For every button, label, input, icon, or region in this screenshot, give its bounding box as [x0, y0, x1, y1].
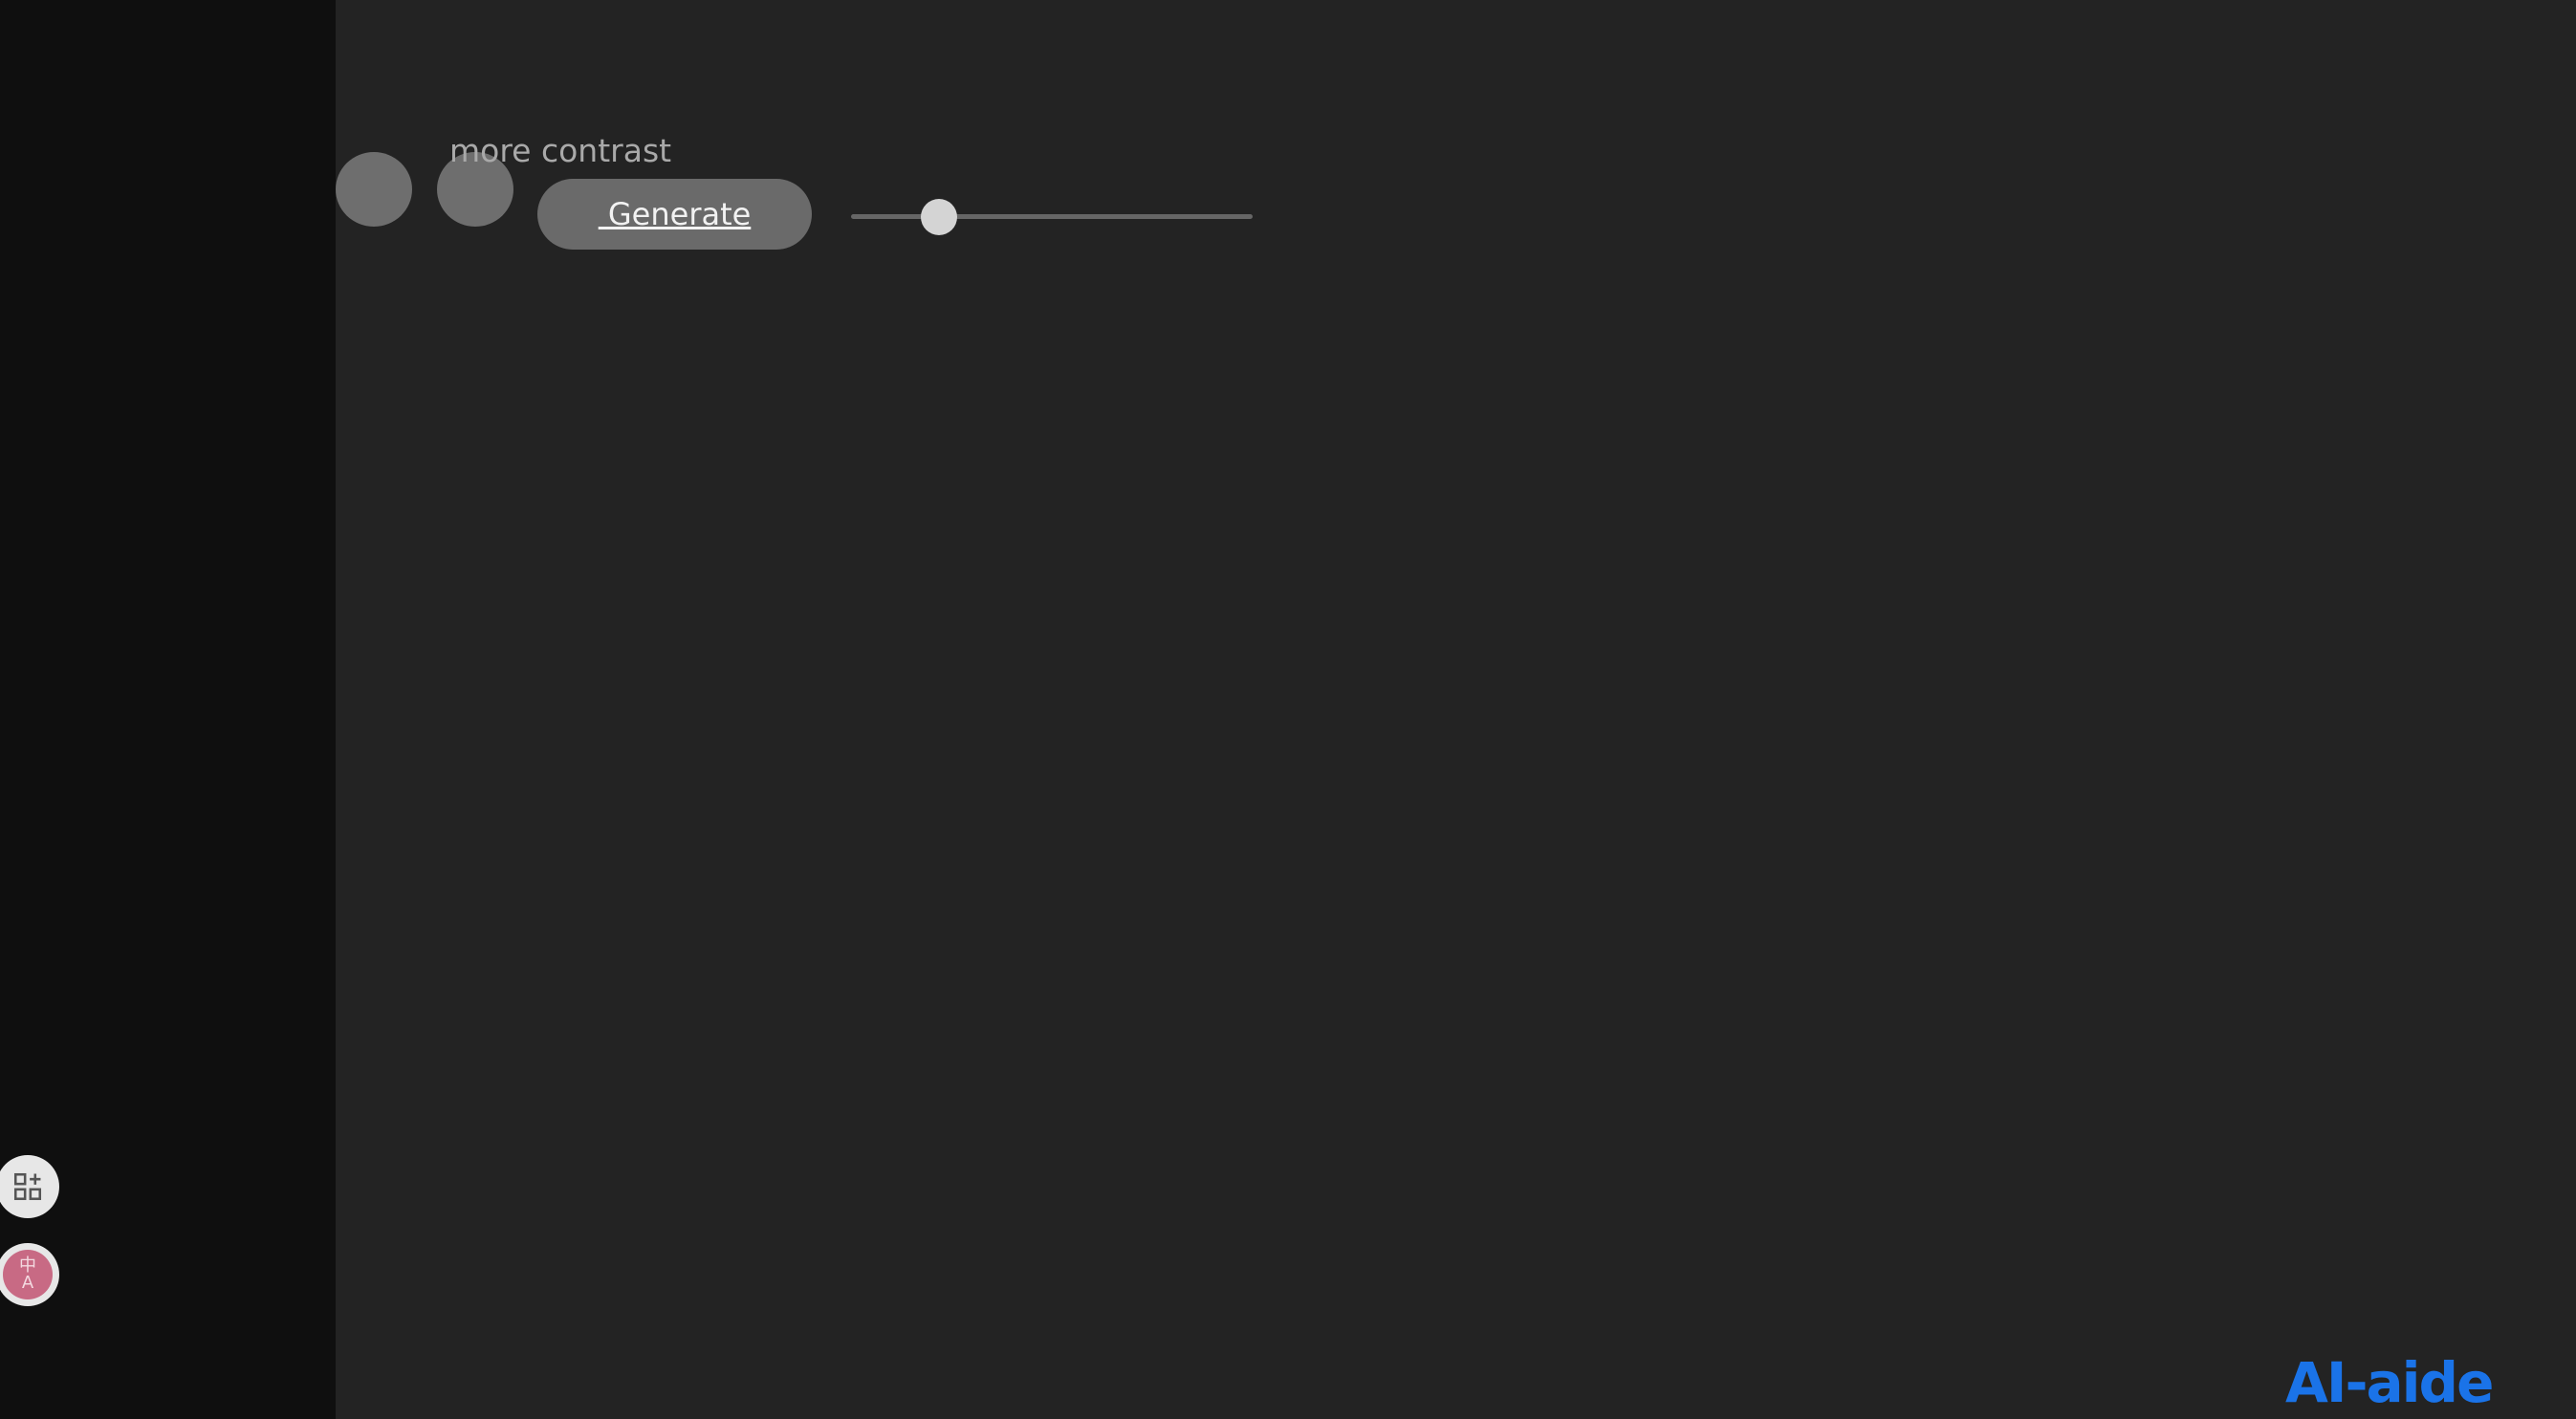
- slider-track: [851, 214, 1253, 219]
- translate-icon-bottom: A: [21, 1273, 34, 1293]
- slider-thumb[interactable]: [921, 199, 958, 235]
- contrast-slider[interactable]: [851, 197, 1253, 235]
- circle-button-1[interactable]: [336, 152, 412, 227]
- generate-button[interactable]: Generate: [537, 179, 812, 250]
- apps-add-icon: [13, 1172, 42, 1201]
- brand-logo: AI-aide: [2285, 1350, 2494, 1415]
- page: more contrast Generate 中 A AI-aide: [0, 0, 2576, 1419]
- translate-icon: 中 A: [3, 1250, 53, 1299]
- more-contrast-label: more contrast: [449, 132, 672, 169]
